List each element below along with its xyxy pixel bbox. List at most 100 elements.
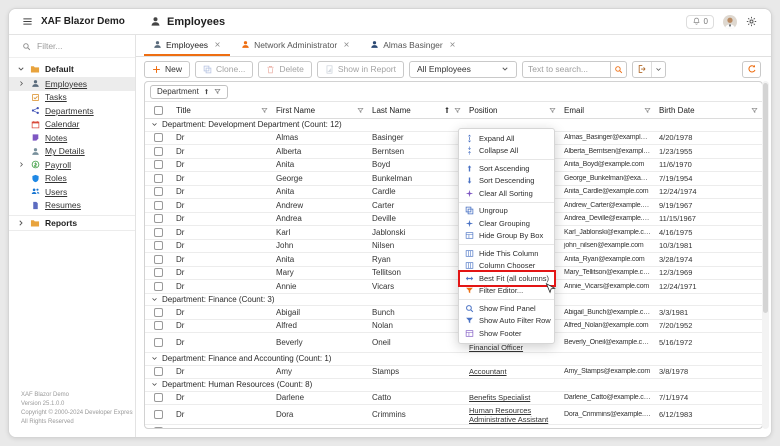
chevron-right-icon[interactable]: [18, 161, 25, 168]
menu-item-hide-group-by-box[interactable]: Hide Group By Box: [459, 230, 554, 243]
table-row[interactable]: DrJohnNilsenjohn_nilsen@example.com10/3/…: [145, 240, 762, 254]
table-row[interactable]: DrBarbaraFairclothMaster SchedulerBarbar…: [145, 425, 762, 429]
column-header-email[interactable]: Email: [560, 102, 655, 118]
group-row[interactable]: Department: Finance (Count: 3): [145, 294, 762, 307]
sidebar-item-resumes[interactable]: Resumes: [9, 199, 135, 213]
table-row[interactable]: DrAndreaDevilleAndrea_Deville@example.co…: [145, 213, 762, 227]
sidebar-item-calendar[interactable]: Calendar: [9, 118, 135, 132]
hamburger-menu-icon[interactable]: [22, 16, 33, 27]
filter-icon[interactable]: [454, 107, 461, 114]
table-row[interactable]: DrAmyStampsAccountantAmy_Stamps@example.…: [145, 366, 762, 380]
column-header-title[interactable]: Title: [172, 102, 272, 118]
group-row[interactable]: Department: Development Department (Coun…: [145, 119, 762, 132]
group-row[interactable]: Department: Human Resources (Count: 8): [145, 379, 762, 392]
select-all-checkbox[interactable]: [154, 106, 163, 115]
cell-position[interactable]: Accountant: [465, 367, 560, 376]
row-checkbox[interactable]: [154, 321, 163, 330]
filter-icon[interactable]: [357, 107, 364, 114]
filter-icon[interactable]: [549, 107, 556, 114]
group-row[interactable]: Department: Finance and Accounting (Coun…: [145, 353, 762, 366]
chevron-down-icon[interactable]: [151, 355, 158, 362]
notifications-button[interactable]: 0: [686, 15, 714, 29]
menu-item-best-fit-all-columns[interactable]: Best Fit (all columns): [459, 272, 554, 285]
sidebar-item-departments[interactable]: Departments: [9, 104, 135, 118]
table-row[interactable]: DrBeverlyOneilAssistant to the Chief Fin…: [145, 333, 762, 353]
sidebar-item-users[interactable]: Users: [9, 185, 135, 199]
table-row[interactable]: DrAlmasBasingerAlmas_Basinger@example.co…: [145, 132, 762, 146]
tab-almas-basinger[interactable]: Almas Basinger: [361, 35, 465, 56]
table-row[interactable]: DrAlbertaBerntsenAssistantAlberta_Bernts…: [145, 145, 762, 159]
table-row[interactable]: DrAlfredNolanAlfred_Nolan@example.com7/2…: [145, 320, 762, 334]
tab-close-button[interactable]: [214, 41, 221, 48]
menu-item-filter-editor[interactable]: Filter Editor...: [459, 285, 554, 298]
vertical-scrollbar[interactable]: [762, 81, 769, 429]
filter-icon[interactable]: [214, 88, 221, 95]
sidebar-item-my-details[interactable]: My Details: [9, 145, 135, 159]
row-checkbox[interactable]: [154, 214, 163, 223]
menu-item-expand-all[interactable]: Expand All: [459, 132, 554, 145]
table-row[interactable]: DrAnnieVicarsAnnie_Vicars@example.com12/…: [145, 280, 762, 294]
nav-group-reports[interactable]: Reports: [9, 215, 135, 231]
row-checkbox[interactable]: [154, 427, 163, 429]
tab-network-administrator[interactable]: Network Administrator: [232, 35, 359, 56]
search-button[interactable]: [610, 61, 627, 78]
column-header-birth-date[interactable]: Birth Date: [655, 102, 762, 118]
group-by-chip-department[interactable]: Department: [150, 85, 228, 99]
row-checkbox[interactable]: [154, 133, 163, 142]
table-row[interactable]: DrAnitaCardleAnita_Cardle@example.com12/…: [145, 186, 762, 200]
cell-position[interactable]: Benefits Specialist: [465, 393, 560, 402]
menu-item-clear-grouping[interactable]: Clear Grouping: [459, 217, 554, 230]
row-checkbox[interactable]: [154, 228, 163, 237]
row-checkbox[interactable]: [154, 393, 163, 402]
sidebar-item-tasks[interactable]: Tasks: [9, 91, 135, 105]
menu-item-show-find-panel[interactable]: Show Find Panel: [459, 302, 554, 315]
show-in-report-button[interactable]: Show in Report: [317, 61, 404, 78]
tab-employees[interactable]: Employees: [144, 35, 230, 56]
export-button[interactable]: [633, 62, 651, 77]
row-checkbox[interactable]: [154, 201, 163, 210]
table-row[interactable]: DrAbigailBunchAbigail_Bunch@example.com3…: [145, 306, 762, 320]
chevron-down-icon[interactable]: [151, 121, 158, 128]
table-row[interactable]: DrAndrewCarterAndrew_Carter@example.com9…: [145, 199, 762, 213]
clone-button[interactable]: Clone...: [195, 61, 253, 78]
table-row[interactable]: DrGeorgeBunkelmanGeorge_Bunkelman@exampl…: [145, 172, 762, 186]
row-checkbox[interactable]: [154, 338, 163, 347]
scrollbar-thumb[interactable]: [763, 83, 768, 313]
row-checkbox[interactable]: [154, 160, 163, 169]
table-row[interactable]: DrDarleneCattoBenefits SpecialistDarlene…: [145, 392, 762, 406]
filter-icon[interactable]: [261, 107, 268, 114]
nav-group-default[interactable]: Default: [9, 61, 135, 77]
table-row[interactable]: DrMaryTellitsonMary_Tellitson@example.co…: [145, 267, 762, 281]
filter-icon[interactable]: [644, 107, 651, 114]
sidebar-filter-input[interactable]: [37, 41, 123, 51]
column-header-first-name[interactable]: First Name: [272, 102, 368, 118]
row-checkbox[interactable]: [154, 241, 163, 250]
row-checkbox[interactable]: [154, 187, 163, 196]
table-row[interactable]: DrKarlJablonskiKarl_Jablonski@example.co…: [145, 226, 762, 240]
tab-close-button[interactable]: [449, 41, 456, 48]
table-row[interactable]: DrAnitaRyanAnita_Ryan@example.com3/28/19…: [145, 253, 762, 267]
row-checkbox[interactable]: [154, 174, 163, 183]
sidebar-item-payroll[interactable]: Payroll: [9, 158, 135, 172]
menu-item-sort-descending[interactable]: Sort Descending: [459, 175, 554, 188]
menu-item-hide-this-column[interactable]: Hide This Column: [459, 247, 554, 260]
menu-item-sort-ascending[interactable]: Sort Ascending: [459, 162, 554, 175]
row-checkbox[interactable]: [154, 147, 163, 156]
new-button[interactable]: New: [144, 61, 190, 78]
table-row[interactable]: DrAnitaBoydAnita_Boyd@example.com11/6/19…: [145, 159, 762, 173]
row-checkbox[interactable]: [154, 308, 163, 317]
menu-item-clear-all-sorting[interactable]: Clear All Sorting: [459, 187, 554, 200]
row-checkbox[interactable]: [154, 255, 163, 264]
row-checkbox[interactable]: [154, 282, 163, 291]
sidebar-item-notes[interactable]: Notes: [9, 131, 135, 145]
settings-gear-icon[interactable]: [746, 16, 757, 27]
menu-item-show-auto-filter-row[interactable]: Show Auto Filter Row: [459, 315, 554, 328]
chevron-down-icon[interactable]: [151, 381, 158, 388]
menu-item-column-chooser[interactable]: Column Chooser: [459, 260, 554, 273]
sidebar-item-roles[interactable]: Roles: [9, 172, 135, 186]
user-avatar[interactable]: [723, 15, 737, 29]
export-dropdown-button[interactable]: [651, 62, 665, 77]
menu-item-collapse-all[interactable]: Collapse All: [459, 145, 554, 158]
cell-position[interactable]: Human Resources Administrative Assistant: [465, 406, 560, 424]
column-header-last-name[interactable]: Last Name: [368, 102, 465, 118]
